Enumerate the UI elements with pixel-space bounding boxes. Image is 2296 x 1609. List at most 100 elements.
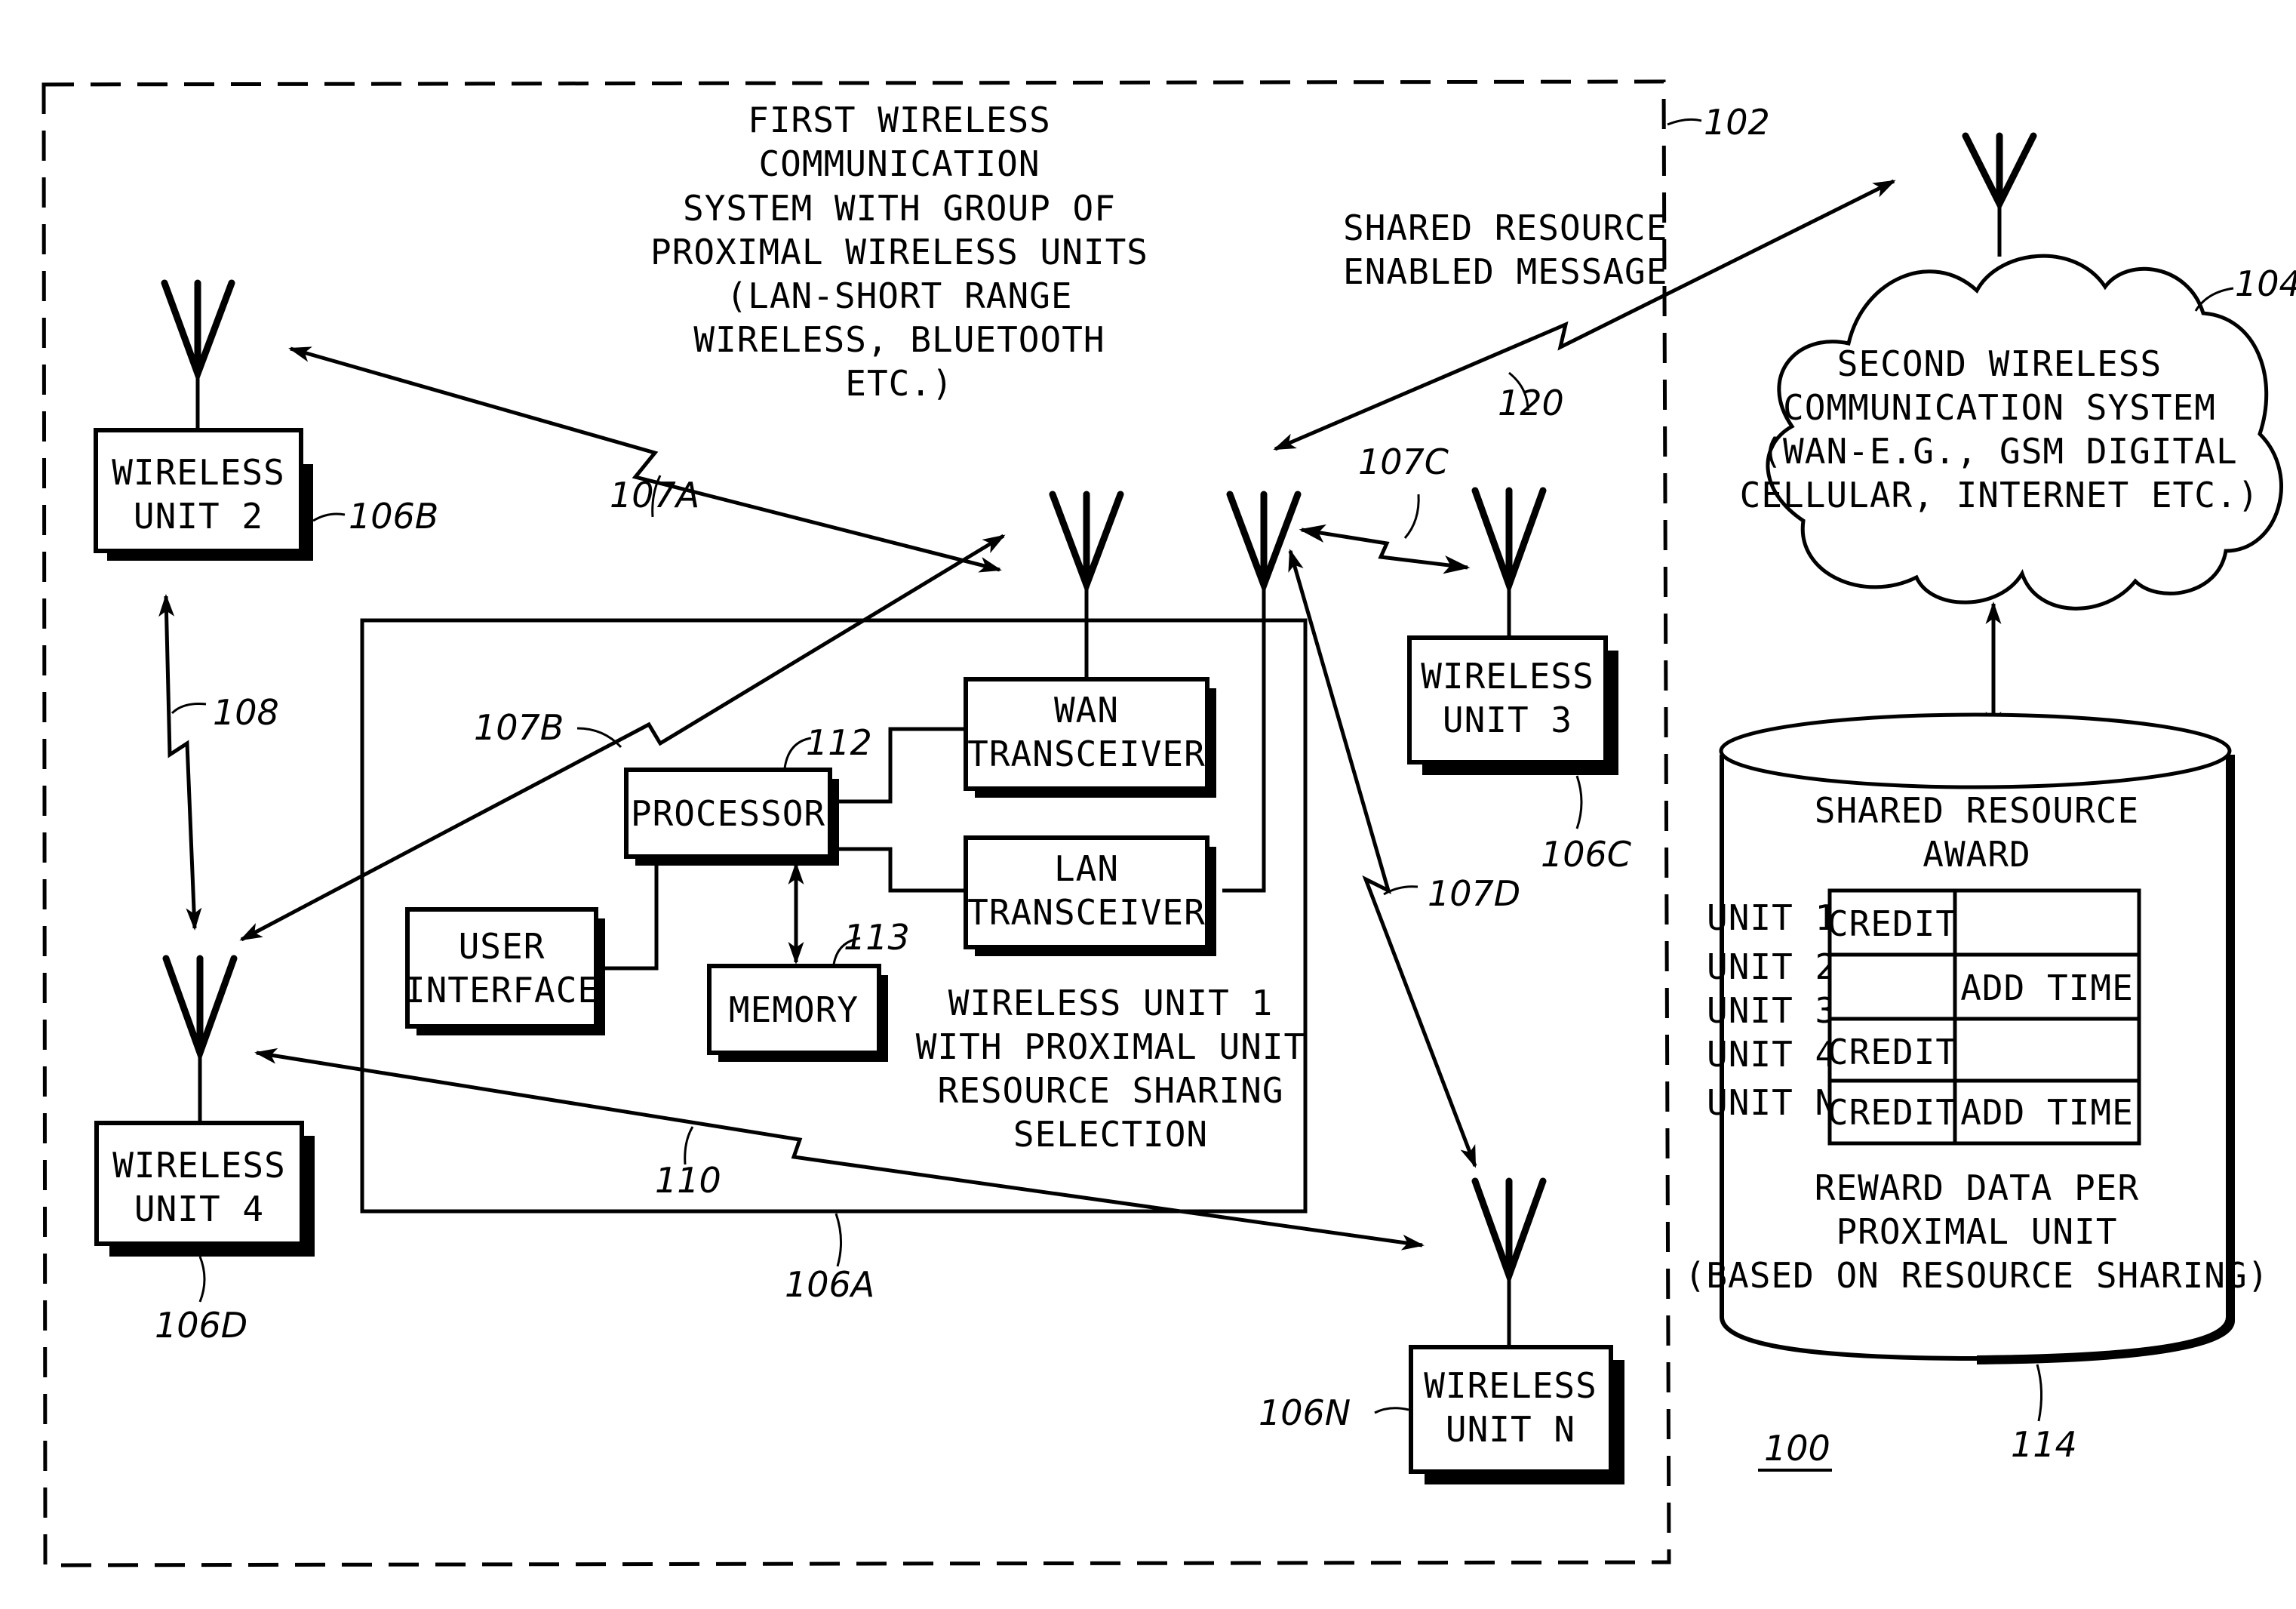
leader-106n	[1374, 1407, 1409, 1414]
wireless-unit-1: 106A WAN TRANSCEIVER LAN TRANSCEIVER PRO…	[360, 491, 1308, 1305]
first-system-title-line: FIRST WIRELESS	[748, 100, 1051, 140]
shared-message-line: SHARED RESOURCE	[1343, 208, 1667, 248]
first-system-title-line: SYSTEM WITH GROUP OF	[683, 188, 1116, 229]
svg-text:RESOURCE SHARING: RESOURCE SHARING	[937, 1070, 1283, 1111]
ref-113: 113	[844, 917, 910, 958]
row-label: UNIT N	[1707, 1082, 1836, 1123]
first-system-title-line: COMMUNICATION	[758, 143, 1040, 184]
first-system-title: FIRST WIRELESS COMMUNICATION SYSTEM WITH…	[650, 100, 1148, 404]
leader-106b	[312, 512, 346, 522]
ref-104: 104	[2235, 263, 2296, 304]
wireless-unit-4-label: UNIT 4	[134, 1189, 264, 1229]
ref-108: 108	[213, 692, 279, 733]
memory: MEMORY 113	[707, 862, 910, 1062]
ref-107c: 107C	[1358, 441, 1449, 482]
wan-transceiver: WAN TRANSCEIVER	[964, 677, 1216, 798]
table-cell: ADD TIME	[1960, 1092, 2134, 1133]
ref-107d: 107D	[1428, 873, 1520, 914]
user-interface: USER INTERFACE	[404, 857, 659, 1035]
lan-antenna-icon	[1222, 491, 1302, 893]
antenna-icon	[162, 955, 238, 1124]
wireless-unit-2: WIRELESS UNIT 2 106B	[94, 279, 438, 561]
ref-106a: 106A	[785, 1264, 874, 1305]
ref-110: 110	[655, 1160, 721, 1201]
svg-text:SELECTION: SELECTION	[1013, 1114, 1208, 1155]
database-title: SHARED RESOURCE	[1815, 790, 2139, 831]
row-label: UNIT 4	[1707, 1034, 1836, 1075]
link-107c: 107C	[1299, 441, 1471, 574]
figure-number: 100	[1758, 1428, 1832, 1472]
first-system-title-line: (LAN-SHORT RANGE	[726, 275, 1072, 316]
leader-102	[1667, 118, 1702, 126]
system-diagram: 102 FIRST WIRELESS COMMUNICATION SYSTEM …	[41, 79, 2296, 1567]
wireless-unit-2-label: UNIT 2	[134, 496, 263, 537]
antenna-icon	[1471, 487, 1547, 638]
antenna-icon	[161, 279, 235, 430]
link-108: 108	[158, 594, 279, 931]
antenna-icon	[1471, 1177, 1547, 1347]
row-label: UNIT 1	[1707, 897, 1836, 938]
row-label: UNIT 2	[1707, 946, 1836, 987]
shared-resource-database: SHARED RESOURCE AWARD UNIT 1 UNIT 2 UNIT…	[1685, 712, 2270, 1465]
ui-processor-connector	[600, 857, 659, 971]
wireless-unit-n: WIRELESS UNIT N 106N	[1259, 1177, 1624, 1484]
leader-106d	[198, 1256, 206, 1303]
user-interface-label: USER	[459, 926, 546, 967]
leader-108	[171, 703, 207, 715]
database-row-labels: UNIT 1 UNIT 2 UNIT 3 UNIT 4 UNIT N	[1707, 897, 1836, 1123]
ref-112: 112	[806, 722, 872, 763]
wireless-unit-1-caption: WIRELESS UNIT 1 WITH PROXIMAL UNIT RESOU…	[916, 983, 1305, 1155]
row-label: UNIT 3	[1707, 990, 1836, 1031]
ref-106n: 106N	[1259, 1392, 1351, 1433]
ref-106d: 106D	[155, 1305, 247, 1346]
lan-transceiver-label: TRANSCEIVER	[967, 892, 1206, 933]
wireless-unit-4: WIRELESS UNIT 4 106D	[94, 955, 315, 1346]
first-system-title-line: ETC.)	[845, 363, 953, 404]
ref-106b: 106B	[349, 496, 438, 537]
database-footer: REWARD DATA PER	[1815, 1168, 2139, 1208]
ref-114: 114	[2011, 1424, 2077, 1465]
leader-114	[2036, 1364, 2043, 1422]
wireless-unit-3: WIRELESS UNIT 3 106C	[1407, 487, 1631, 875]
second-system-label: (WAN-E.G., GSM DIGITAL	[1761, 431, 2237, 472]
ref-100: 100	[1764, 1428, 1830, 1469]
ref-106c: 106C	[1541, 834, 1631, 875]
user-interface-label: INTERFACE	[404, 970, 599, 1011]
lan-transceiver: LAN TRANSCEIVER	[964, 835, 1216, 956]
second-system-label: SECOND WIRELESS	[1837, 343, 2162, 384]
memory-label: MEMORY	[729, 989, 859, 1030]
second-wireless-system: 104 SECOND WIRELESS COMMUNICATION SYSTEM…	[1740, 132, 2296, 611]
svg-text:WIRELESS UNIT 1: WIRELESS UNIT 1	[948, 983, 1273, 1023]
table-cell: ADD TIME	[1960, 968, 2134, 1008]
ref-102: 102	[1704, 102, 1770, 143]
second-system-label: COMMUNICATION SYSTEM	[1783, 387, 2216, 428]
leader-110	[684, 1126, 694, 1165]
wan-transceiver-label: WAN	[1054, 690, 1119, 731]
database-footer: PROXIMAL UNIT	[1836, 1211, 2117, 1252]
wireless-unit-2-label: WIRELESS	[112, 452, 285, 493]
leader-106c	[1575, 775, 1583, 829]
wireless-unit-4-label: WIRELESS	[112, 1145, 286, 1186]
leader-106a	[834, 1213, 843, 1267]
wireless-unit-n-label: WIRELESS	[1424, 1365, 1597, 1406]
processor-lan-connector	[830, 847, 966, 893]
ref-107b: 107B	[474, 707, 564, 748]
award-table: CREDIT ADD TIME CREDIT CREDIT ADD TIME	[1827, 888, 2141, 1146]
second-system-label: CELLULAR, INTERNET ETC.)	[1740, 475, 2260, 515]
leader-107c	[1403, 494, 1420, 539]
table-cell: CREDIT	[1827, 1032, 1957, 1072]
table-cell: CREDIT	[1827, 1092, 1957, 1133]
first-system-title-line: PROXIMAL WIRELESS UNITS	[650, 232, 1148, 272]
table-cell: CREDIT	[1827, 903, 1957, 944]
processor-label: PROCESSOR	[631, 793, 825, 834]
wireless-unit-3-label: WIRELESS	[1421, 656, 1594, 697]
wireless-unit-n-label: UNIT N	[1446, 1409, 1575, 1450]
shared-message-line: ENABLED MESSAGE	[1343, 251, 1667, 292]
ref-107a: 107A	[610, 475, 699, 515]
database-title: AWARD	[1923, 834, 2030, 875]
ref-120: 120	[1498, 383, 1564, 423]
wireless-unit-3-label: UNIT 3	[1443, 700, 1572, 740]
wan-antenna-icon	[1049, 491, 1124, 679]
lan-transceiver-label: LAN	[1054, 848, 1119, 889]
database-footer: (BASED ON RESOURCE SHARING)	[1685, 1255, 2270, 1296]
